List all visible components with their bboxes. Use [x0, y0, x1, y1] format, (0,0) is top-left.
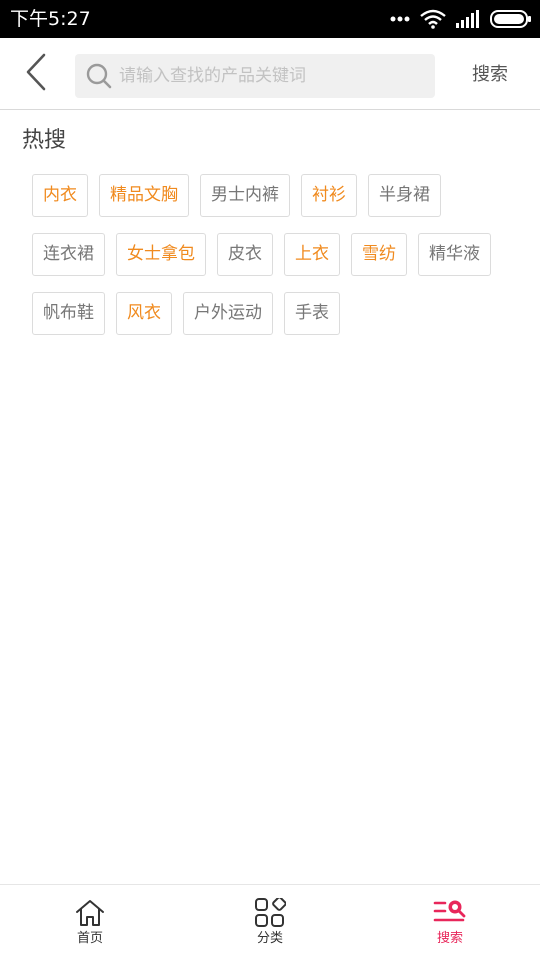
back-button[interactable]	[18, 53, 54, 95]
nav-item-home[interactable]: 首页	[0, 885, 180, 960]
signal-icon	[456, 10, 480, 28]
search-input[interactable]	[119, 56, 419, 96]
status-bar: 下午5:27	[0, 0, 540, 38]
bottom-nav: 首页 分类 搜索	[0, 884, 540, 960]
nav-item-category[interactable]: 分类	[180, 885, 360, 960]
hot-search-tag[interactable]: 男士内裤	[200, 174, 290, 217]
hot-search-tag[interactable]: 雪纺	[351, 233, 407, 276]
status-icons	[390, 8, 532, 30]
nav-label-category: 分类	[256, 931, 283, 946]
wifi-icon	[420, 9, 446, 29]
hot-search-tag[interactable]: 手表	[284, 292, 340, 335]
hot-search-tags: 内衣 精品文胸 男士内裤 衬衫 半身裙连衣裙 女士拿包 皮衣 上衣 雪纺 精华液帆布鞋 风衣 户外运动…	[32, 174, 522, 335]
hot-search-tag[interactable]: 帆布鞋	[32, 292, 105, 335]
battery-icon	[490, 10, 532, 28]
search-box[interactable]	[75, 54, 435, 98]
hot-search-tag[interactable]: 内衣	[32, 174, 88, 217]
search-icon	[85, 62, 113, 90]
hot-search-tag[interactable]: 女士拿包	[116, 233, 206, 276]
hot-search-tag[interactable]: 衬衫	[301, 174, 357, 217]
hot-search-tag[interactable]: 上衣	[284, 233, 340, 276]
nav-label-search: 搜索	[436, 931, 463, 946]
chevron-left-icon	[24, 52, 48, 96]
hot-search-tag[interactable]: 风衣	[116, 292, 172, 335]
hot-search-tag[interactable]: 精品文胸	[99, 174, 189, 217]
hot-search-tag[interactable]: 皮衣	[217, 233, 273, 276]
home-icon	[73, 897, 107, 929]
hot-search-tag[interactable]: 半身裙	[368, 174, 441, 217]
more-dots-icon	[390, 16, 410, 22]
nav-label-home: 首页	[76, 931, 103, 946]
category-grid-icon	[253, 897, 287, 929]
hot-search-title: 热搜	[22, 128, 67, 153]
search-list-icon	[433, 897, 467, 929]
search-button[interactable]: 搜索	[472, 60, 508, 90]
status-time: 下午5:27	[10, 8, 91, 30]
nav-item-search[interactable]: 搜索	[360, 885, 540, 960]
hot-search-tag[interactable]: 精华液	[418, 233, 491, 276]
search-header: 搜索	[0, 38, 540, 110]
hot-search-tag[interactable]: 户外运动	[183, 292, 273, 335]
hot-search-tag[interactable]: 连衣裙	[32, 233, 105, 276]
